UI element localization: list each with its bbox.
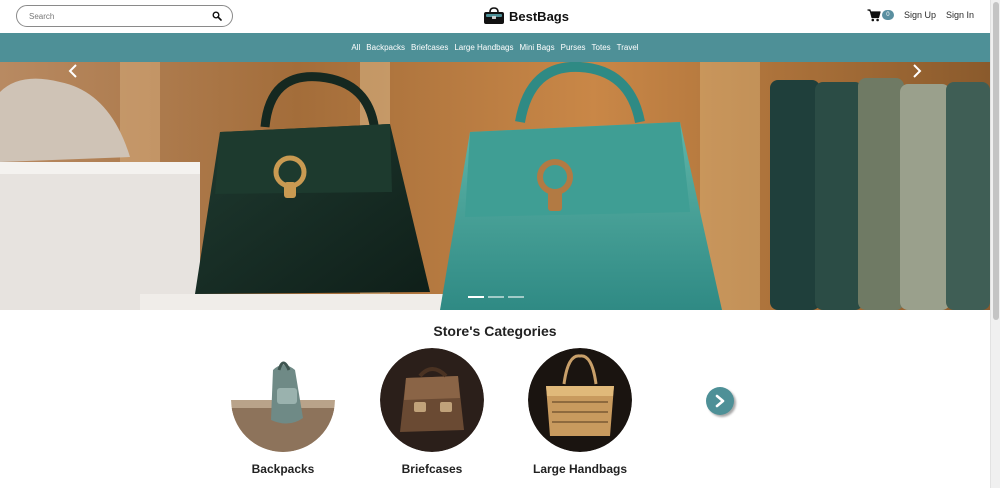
category-label: Briefcases [401,462,463,476]
bag-logo-icon [484,7,504,24]
categories-next-button[interactable] [706,387,734,415]
nav-item-briefcases[interactable]: Briefcases [411,43,448,52]
cart-count-badge: 0 [881,10,894,20]
brand-name: BestBags [509,8,569,24]
nav-item-all[interactable]: All [351,43,360,52]
sign-up-link[interactable]: Sign Up [904,10,936,20]
carousel-indicator-3[interactable] [508,296,524,298]
header: BestBags 0 Sign Up Sign In [0,0,1000,33]
category-briefcases[interactable]: Briefcases [380,348,486,476]
scrollbar-thumb[interactable] [993,2,999,320]
hero-carousel[interactable] [0,62,990,310]
nav-item-totes[interactable]: Totes [592,43,611,52]
search-input[interactable] [29,9,204,24]
nav-item-backpacks[interactable]: Backpacks [366,43,405,52]
large-handbags-image [528,348,632,452]
sign-in-link[interactable]: Sign In [946,10,974,20]
category-nav: All Backpacks Briefcases Large Handbags … [0,33,990,62]
nav-item-travel[interactable]: Travel [617,43,639,52]
page-scrollbar[interactable] [990,0,1000,488]
hero-next-icon[interactable] [910,62,924,80]
nav-item-large-handbags[interactable]: Large Handbags [454,43,513,52]
carousel-indicator-1[interactable] [468,296,484,298]
category-label: Large Handbags [532,462,628,476]
category-label: Backpacks [251,462,315,476]
header-actions: 0 Sign Up Sign In [867,7,974,23]
hero-prev-icon[interactable] [66,62,80,80]
categories-title: Store's Categories [433,323,557,339]
nav-item-mini-bags[interactable]: Mini Bags [520,43,555,52]
chevron-right-icon [715,394,725,408]
backpacks-image [231,348,335,452]
search-box[interactable] [16,5,233,27]
shopping-cart-icon [867,8,881,21]
carousel-indicators [468,296,524,298]
category-backpacks[interactable]: Backpacks [231,348,337,476]
carousel-indicator-2[interactable] [488,296,504,298]
search-icon[interactable] [212,11,222,21]
brand[interactable]: BestBags [483,5,569,27]
cart-button[interactable]: 0 [867,8,894,22]
briefcases-image [380,348,484,452]
category-large-handbags[interactable]: Large Handbags [528,348,634,476]
hero-image [0,62,990,310]
nav-item-purses[interactable]: Purses [561,43,586,52]
